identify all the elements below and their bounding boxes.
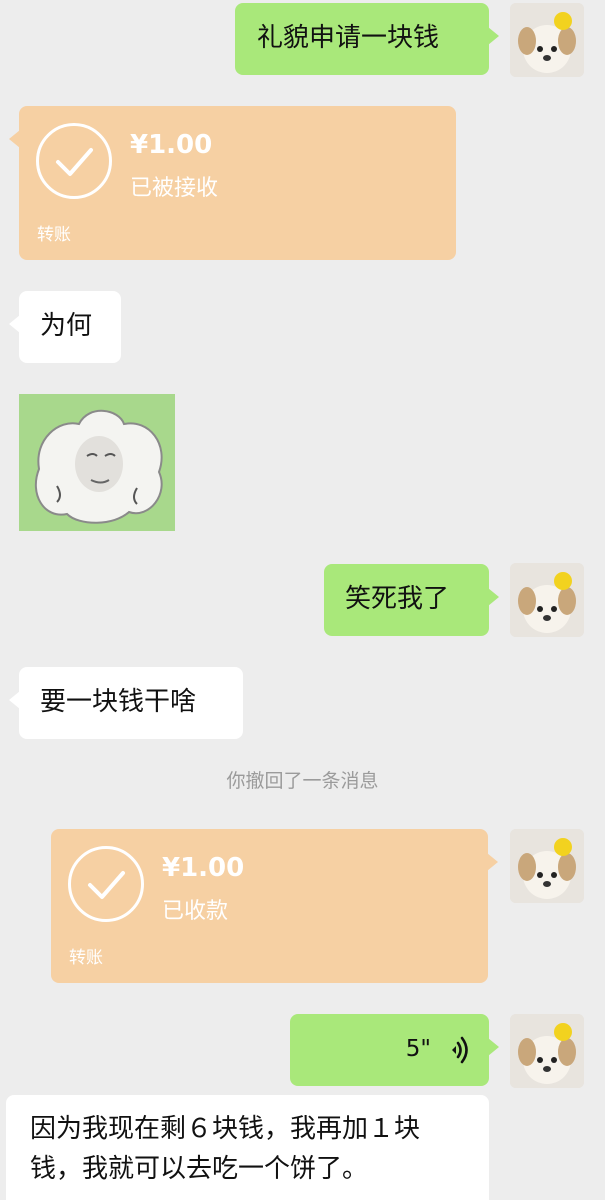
my-avatar[interactable] <box>510 3 584 77</box>
transfer-amount: ¥1.00 <box>130 130 213 160</box>
received-message-bubble[interactable]: 为何 <box>9 291 121 363</box>
transfer-label: 转账 <box>69 948 103 968</box>
voice-duration: 5" <box>405 1036 431 1063</box>
transfer-amount: ¥1.00 <box>162 853 245 883</box>
voice-wave-icon <box>452 1036 468 1064</box>
sent-message-bubble[interactable]: 礼貌申请一块钱 <box>235 3 499 75</box>
puppy-avatar-icon <box>510 1014 584 1088</box>
message-text: 笑死我了 <box>345 584 450 615</box>
fluffy-sheep-sticker-icon <box>19 394 175 531</box>
received-message-bubble[interactable]: 要一块钱干啥 <box>9 667 243 739</box>
check-icon <box>68 846 144 922</box>
my-avatar[interactable] <box>510 829 584 903</box>
message-text: 礼貌申请一块钱 <box>257 23 440 54</box>
voice-message-bubble[interactable]: 5" <box>290 1014 499 1086</box>
received-message-bubble[interactable]: 因为我现在剩６块钱，我再加１块钱，我就可以去吃一个饼了。 <box>6 1095 489 1200</box>
transfer-label: 转账 <box>37 225 71 245</box>
transfer-status: 已收款 <box>162 899 229 924</box>
puppy-avatar-icon <box>510 829 584 903</box>
check-icon <box>36 123 112 199</box>
sticker-image[interactable] <box>19 394 175 531</box>
sent-message-bubble[interactable]: 笑死我了 <box>324 564 499 636</box>
transfer-card-sent[interactable]: ¥1.00 已收款 转账 <box>51 829 498 983</box>
message-text: 为何 <box>40 311 93 342</box>
recall-notice: 你撤回了一条消息 <box>226 770 379 792</box>
transfer-card-received[interactable]: ¥1.00 已被接收 转账 <box>9 106 456 260</box>
message-text: 要一块钱干啥 <box>40 687 197 718</box>
message-text: 因为我现在剩６块钱，我再加１块钱，我就可以去吃一个饼了。 <box>30 1114 421 1184</box>
puppy-avatar-icon <box>510 3 584 77</box>
my-avatar[interactable] <box>510 563 584 637</box>
transfer-status: 已被接收 <box>130 176 219 201</box>
my-avatar[interactable] <box>510 1014 584 1088</box>
puppy-avatar-icon <box>510 563 584 637</box>
